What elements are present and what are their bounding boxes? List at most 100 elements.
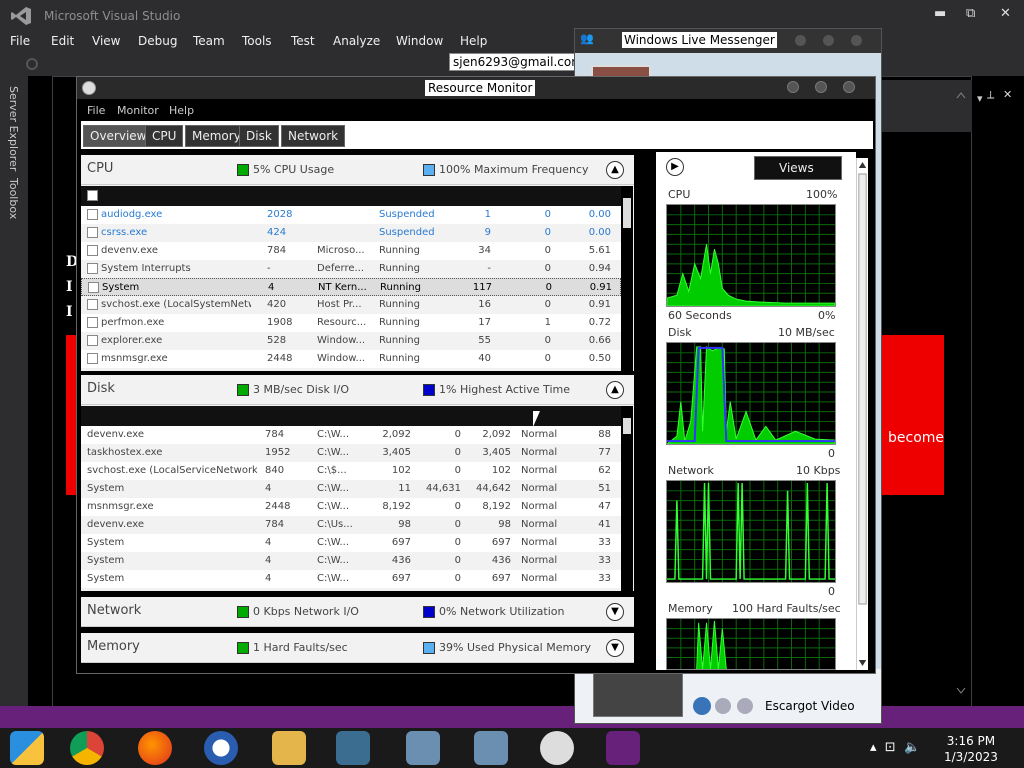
- row-checkbox[interactable]: [87, 299, 98, 310]
- visual-studio-taskbar-icon[interactable]: [606, 731, 640, 765]
- cpu-section-header[interactable]: CPU 5% CPU Usage 100% Maximum Frequency …: [81, 155, 634, 185]
- close-button[interactable]: ✕: [1000, 6, 1011, 21]
- menu-debug[interactable]: Debug: [138, 34, 177, 48]
- doc-close-icon[interactable]: ✕: [1003, 88, 1012, 101]
- network-expand-icon[interactable]: ▼: [606, 603, 624, 621]
- views-button[interactable]: Views: [754, 156, 842, 180]
- start-icon[interactable]: [10, 731, 44, 765]
- back-icon[interactable]: [26, 58, 38, 70]
- minimize-button[interactable]: ▬: [934, 6, 946, 21]
- disk-table-row[interactable]: devenv.exe 784 C:\Us... 98 0 98 Normal 41: [81, 516, 621, 534]
- file-explorer-icon[interactable]: [272, 731, 306, 765]
- network-section[interactable]: Network 0 Kbps Network I/O 0% Network Ut…: [81, 597, 634, 627]
- resmon-taskbar-icon[interactable]: [540, 731, 574, 765]
- chrome-icon[interactable]: [70, 731, 104, 765]
- row-checkbox[interactable]: [87, 335, 98, 346]
- menu-file[interactable]: File: [10, 34, 30, 48]
- rm-menu-help[interactable]: Help: [169, 104, 194, 117]
- disk-collapse-icon[interactable]: ▲: [606, 381, 624, 399]
- rm-minimize-button[interactable]: [787, 81, 799, 93]
- memory-graph-max: 100 Hard Faults/sec: [732, 602, 841, 615]
- cpu-table-row[interactable]: System 4 NT Kern... Running 117 0 0.91: [81, 278, 621, 296]
- disk-response-time: 33: [598, 555, 611, 566]
- cpu-table-row[interactable]: devenv.exe 784 Microso... Running 34 0 5.61: [81, 242, 621, 260]
- tab-toolbox[interactable]: Toolbox: [7, 178, 20, 219]
- memory-section[interactable]: Memory 1 Hard Faults/sec 39% Used Physic…: [81, 633, 634, 663]
- menu-analyze[interactable]: Analyze: [333, 34, 380, 48]
- disk-table-row[interactable]: System 4 C:\W... 697 0 697 Normal 33: [81, 570, 621, 588]
- rm-menu-monitor[interactable]: Monitor: [117, 104, 159, 117]
- firefox-icon[interactable]: [138, 731, 172, 765]
- tab-cpu[interactable]: CPU: [145, 125, 184, 147]
- next-icon[interactable]: [737, 698, 753, 714]
- cpu-table-row[interactable]: explorer.exe 528 Window... Running 55 0 0.66: [81, 332, 621, 350]
- cpu-table-row[interactable]: audiodg.exe 2028 Suspended 1 0 0.00: [81, 206, 621, 224]
- network-section-title: Network: [87, 603, 142, 618]
- video-thumbnail[interactable]: [593, 671, 683, 717]
- cpu-column-header[interactable]: [81, 186, 621, 206]
- disk-table-row[interactable]: System 4 C:\W... 11 44,631 44,642 Normal 51: [81, 480, 621, 498]
- row-checkbox[interactable]: [87, 209, 98, 220]
- disk-table-row[interactable]: System 4 C:\W... 697 0 697 Normal 33: [81, 534, 621, 552]
- mouse-cursor: [533, 411, 547, 427]
- menu-test[interactable]: Test: [291, 34, 315, 48]
- rm-close-button[interactable]: [843, 81, 855, 93]
- disk-table-row[interactable]: System 4 C:\W... 436 0 436 Normal 33: [81, 552, 621, 570]
- system-tray[interactable]: ▴ ⊡ 🔈: [870, 740, 920, 755]
- process-status: Running: [379, 263, 420, 274]
- disk-table-row[interactable]: msnmsgr.exe 2448 C:\W... 8,192 0 8,192 Normal 4…: [81, 498, 621, 516]
- cpu-table-row[interactable]: System Interrupts - Deferre... Running - 0 0.9…: [81, 260, 621, 278]
- cpu-collapse-icon[interactable]: ▲: [606, 161, 624, 179]
- network-section-header[interactable]: Network 0 Kbps Network I/O 0% Network Ut…: [81, 597, 634, 627]
- disk-table-row[interactable]: taskhostex.exe 1952 C:\W... 3,405 0 3,405 Norm…: [81, 444, 621, 462]
- pin-icon[interactable]: ⟂: [987, 88, 994, 102]
- dropdown-icon[interactable]: ▾: [977, 92, 983, 105]
- memory-expand-icon[interactable]: ▼: [606, 639, 624, 657]
- tab-server-explorer[interactable]: Server Explorer: [7, 86, 20, 171]
- tab-overview[interactable]: Overview: [83, 125, 154, 147]
- memory-section-header[interactable]: Memory 1 Hard Faults/sec 39% Used Physic…: [81, 633, 634, 663]
- row-checkbox[interactable]: [87, 263, 98, 274]
- doc-scrollbar[interactable]: [955, 90, 967, 700]
- setup-icon[interactable]: [406, 731, 440, 765]
- cpu-select-all-checkbox[interactable]: [87, 190, 98, 201]
- account-email[interactable]: sjen6293@gmail.com: [449, 53, 587, 71]
- rm-maximize-button[interactable]: [815, 81, 827, 93]
- messenger-maximize-button[interactable]: [823, 35, 834, 46]
- browser-icon[interactable]: [204, 731, 238, 765]
- disk-table-row[interactable]: svchost.exe (LocalServiceNetwork... 840 C:…: [81, 462, 621, 480]
- play-icon[interactable]: [693, 697, 711, 715]
- cpu-scrollbar[interactable]: [621, 186, 633, 371]
- rm-menu-file[interactable]: File: [87, 104, 105, 117]
- cpu-table-row[interactable]: perfmon.exe 1908 Resourc... Running 17 1 0.72: [81, 314, 621, 332]
- graph-panel-scrollbar[interactable]: [856, 158, 868, 670]
- disk-table-row[interactable]: devenv.exe 784 C:\W... 2,092 0 2,092 Normal 88: [81, 426, 621, 444]
- tab-network[interactable]: Network: [281, 125, 346, 147]
- menu-view[interactable]: View: [92, 34, 120, 48]
- row-checkbox[interactable]: [88, 282, 99, 293]
- cpu-table-row[interactable]: csrss.exe 424 Suspended 9 0 0.00: [81, 224, 621, 242]
- cpu-table-row[interactable]: svchost.exe (LocalSystemNetw... 420 Host P…: [81, 296, 621, 314]
- disk-section-header[interactable]: Disk 3 MB/sec Disk I/O 1% Highest Active…: [81, 375, 634, 405]
- setup2-icon[interactable]: [474, 731, 508, 765]
- messenger-minimize-button[interactable]: [795, 35, 806, 46]
- menu-team[interactable]: Team: [193, 34, 225, 48]
- maximize-button[interactable]: ⧉: [966, 6, 975, 21]
- menu-help[interactable]: Help: [460, 34, 487, 48]
- menu-tools[interactable]: Tools: [242, 34, 272, 48]
- graph-panel-toggle-icon[interactable]: ▶: [666, 158, 684, 176]
- menu-window[interactable]: Window: [396, 34, 443, 48]
- row-checkbox[interactable]: [87, 353, 98, 364]
- tab-disk[interactable]: Disk: [239, 125, 279, 147]
- disk-scrollbar[interactable]: [621, 406, 633, 591]
- row-checkbox[interactable]: [87, 245, 98, 256]
- prev-icon[interactable]: [715, 698, 731, 714]
- messenger-taskbar-icon[interactable]: [336, 731, 370, 765]
- row-checkbox[interactable]: [87, 317, 98, 328]
- messenger-close-button[interactable]: [851, 35, 862, 46]
- taskbar-clock[interactable]: 3:16 PM 1/3/2023: [944, 733, 998, 765]
- menu-edit[interactable]: Edit: [51, 34, 74, 48]
- red-box-right[interactable]: [882, 335, 944, 495]
- cpu-table-row[interactable]: msnmsgr.exe 2448 Window... Running 40 0 0.50: [81, 350, 621, 368]
- row-checkbox[interactable]: [87, 227, 98, 238]
